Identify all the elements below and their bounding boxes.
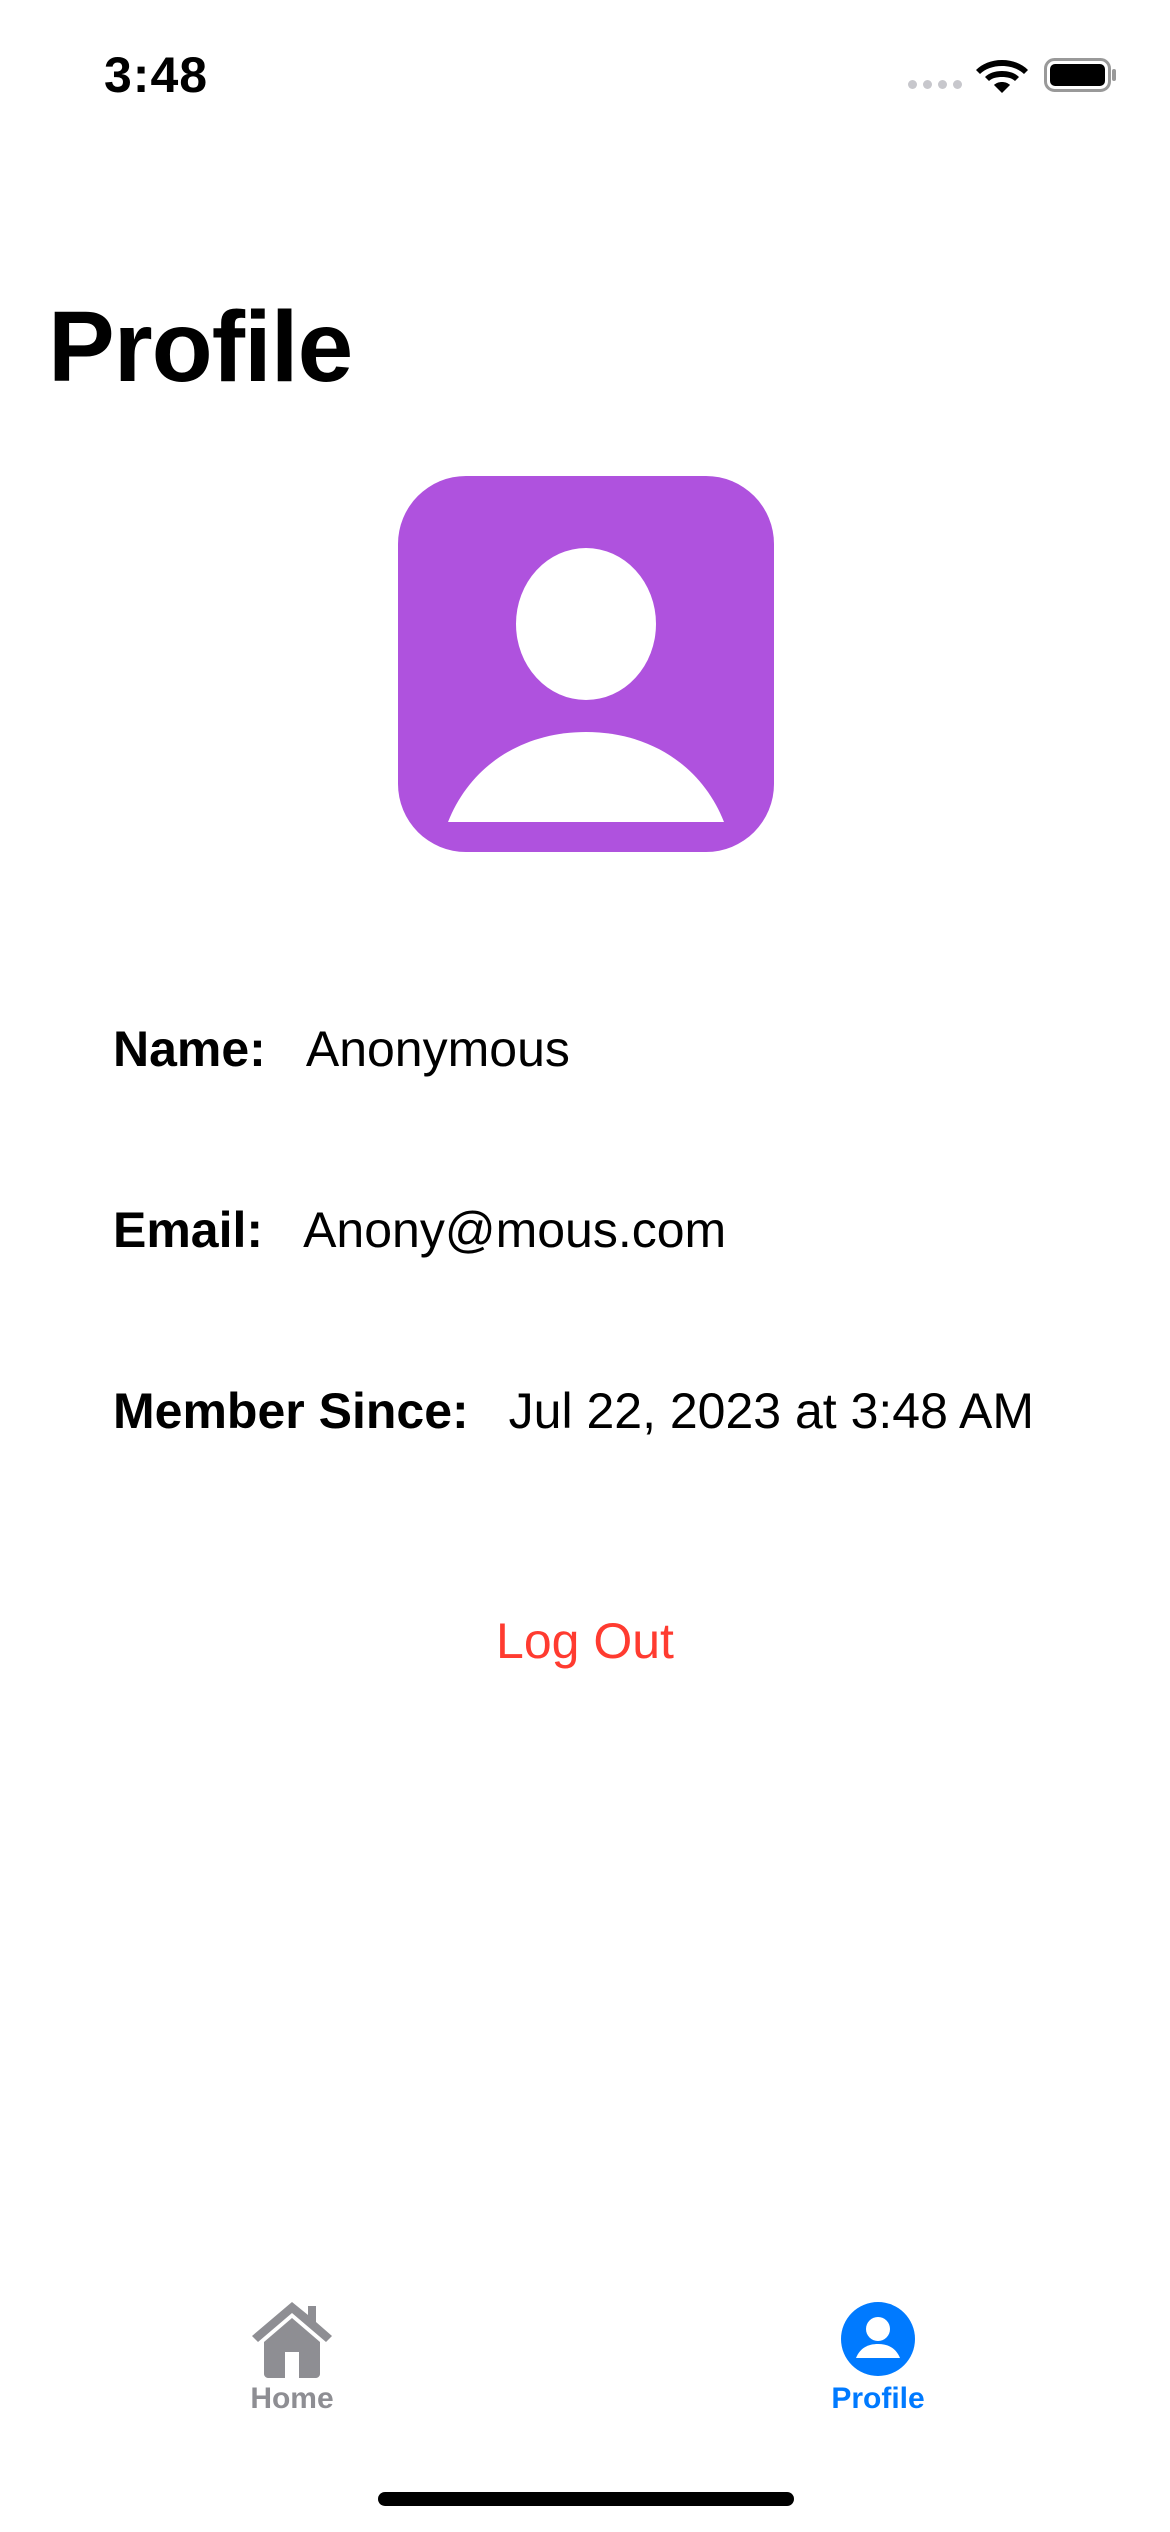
logout-button[interactable]: Log Out <box>0 1612 1170 1670</box>
name-label: Name: <box>113 1021 266 1077</box>
tab-profile-label: Profile <box>831 2382 925 2415</box>
tab-home[interactable]: Home <box>172 2300 412 2416</box>
person-icon <box>448 548 724 822</box>
avatar <box>398 476 774 852</box>
tab-bar: Home Profile <box>0 2280 1170 2440</box>
member-since-label: Member Since: <box>113 1383 469 1439</box>
name-value: Anonymous <box>305 1021 570 1077</box>
wifi-icon <box>976 60 1028 93</box>
email-value: Anony@mous.com <box>303 1202 727 1258</box>
status-time: 3:48 <box>104 47 209 103</box>
cellular-signal-icon <box>908 80 962 89</box>
page-title: Profile <box>48 291 353 403</box>
member-since-row: Member Since: Jul 22, 2023 at 3:48 AM <box>113 1382 1034 1440</box>
person-circle-icon <box>841 2302 915 2376</box>
status-bar: 3:48 <box>0 0 1170 150</box>
email-label: Email: <box>113 1202 264 1258</box>
name-row: Name: Anonymous <box>113 1020 570 1078</box>
house-icon <box>252 2302 332 2378</box>
home-indicator[interactable] <box>378 2492 794 2506</box>
member-since-value: Jul 22, 2023 at 3:48 AM <box>508 1383 1035 1439</box>
tab-profile[interactable]: Profile <box>758 2300 998 2416</box>
battery-icon <box>1044 58 1116 92</box>
tab-home-label: Home <box>250 2382 334 2415</box>
email-row: Email: Anony@mous.com <box>113 1201 726 1259</box>
